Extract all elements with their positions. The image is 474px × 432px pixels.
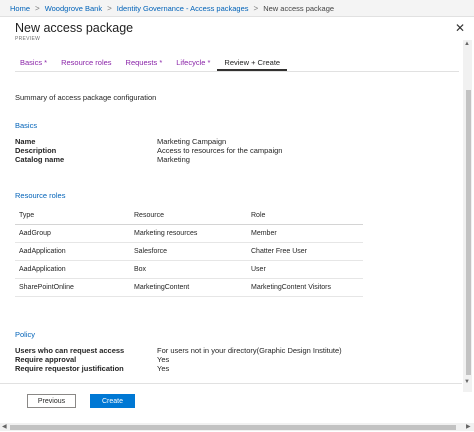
policy-key: Require approval: [15, 355, 77, 364]
policy-value: For users not in your directory(Graphic …: [157, 346, 342, 355]
tab-review-create[interactable]: Review + Create: [217, 57, 287, 71]
column-header-resource: Resource: [134, 212, 164, 219]
policy-row-requestors: Users who can request access For users n…: [15, 346, 342, 355]
cell-type: AadGroup: [19, 230, 51, 237]
policy-value: Yes: [157, 355, 170, 364]
resource-roles-heading: Resource roles: [15, 191, 66, 200]
policy-key: Require requestor justification: [15, 364, 124, 373]
basics-key: Catalog name: [15, 155, 65, 164]
cell-role: User: [251, 266, 266, 273]
tab-requests[interactable]: Requests *: [119, 57, 170, 71]
tab-divider: [15, 71, 459, 72]
basics-details: Name Marketing Campaign Description Acce…: [15, 137, 282, 164]
policy-row-justification: Require requestor justification Yes: [15, 364, 342, 373]
breadcrumb: Home > Woodgrove Bank > Identity Governa…: [0, 0, 474, 17]
policy-key: Users who can request access: [15, 346, 125, 355]
tab-basics[interactable]: Basics *: [13, 57, 54, 71]
basics-row-description: Description Access to resources for the …: [15, 146, 282, 155]
table-row: AadApplication Salesforce Chatter Free U…: [15, 243, 363, 261]
tab-resource-roles[interactable]: Resource roles: [54, 57, 118, 71]
basics-row-name: Name Marketing Campaign: [15, 137, 282, 146]
column-header-role: Role: [251, 212, 266, 219]
cell-type: AadApplication: [19, 266, 66, 273]
basics-row-catalog: Catalog name Marketing: [15, 155, 282, 164]
cell-resource: Marketing resources: [134, 230, 198, 237]
footer-divider: [0, 383, 462, 384]
cell-type: SharePointOnline: [19, 284, 74, 291]
basics-value: Marketing Campaign: [157, 137, 227, 146]
policy-value: Yes: [157, 364, 170, 373]
basics-value: Marketing: [157, 155, 190, 164]
chevron-right-icon: >: [35, 3, 40, 13]
vertical-scroll-thumb[interactable]: [466, 90, 471, 375]
policy-row-approval: Require approval Yes: [15, 355, 342, 364]
policy-details: Users who can request access For users n…: [15, 346, 342, 373]
horizontal-scroll-thumb[interactable]: [10, 425, 456, 430]
breadcrumb-tenant-link[interactable]: Woodgrove Bank: [45, 4, 102, 13]
basics-key: Description: [15, 146, 57, 155]
chevron-right-icon: >: [253, 3, 259, 13]
preview-label: PREVIEW: [15, 36, 41, 42]
table-row: AadApplication Box User: [15, 261, 363, 279]
table-row: SharePointOnline MarketingContent Market…: [15, 279, 363, 297]
cell-resource: Box: [134, 266, 147, 273]
cell-role: MarketingContent Visitors: [251, 284, 332, 291]
table-row: AadGroup Marketing resources Member: [15, 225, 363, 243]
cell-resource: MarketingContent: [134, 284, 190, 291]
breadcrumb-current: New access package: [263, 3, 335, 13]
scroll-down-arrow-icon[interactable]: ▼: [464, 379, 470, 385]
scroll-left-arrow-icon[interactable]: ◀: [2, 423, 7, 430]
basics-heading: Basics: [15, 121, 38, 130]
page-title: New access package: [15, 21, 134, 35]
basics-key: Name: [15, 137, 36, 146]
previous-button[interactable]: Previous: [27, 394, 76, 408]
close-icon[interactable]: ✕: [455, 22, 465, 34]
resource-roles-table: Type Resource Role AadGroup Marketing re…: [15, 207, 363, 297]
cell-role: Chatter Free User: [251, 248, 308, 255]
create-button[interactable]: Create: [90, 394, 135, 408]
cell-role: Member: [251, 230, 277, 237]
cell-type: AadApplication: [19, 248, 66, 255]
scroll-right-arrow-icon[interactable]: ▶: [466, 423, 471, 430]
summary-text: Summary of access package configuration: [15, 93, 157, 102]
breadcrumb-access-packages-link[interactable]: Identity Governance - Access packages: [117, 4, 249, 13]
tab-bar: Basics * Resource roles Requests * Lifec…: [13, 57, 287, 71]
scroll-up-arrow-icon[interactable]: ▲: [464, 41, 470, 47]
chevron-right-icon: >: [107, 3, 112, 13]
table-header-row: Type Resource Role: [15, 207, 363, 225]
basics-value: Access to resources for the campaign: [157, 146, 283, 155]
breadcrumb-home-link[interactable]: Home: [10, 4, 30, 13]
policy-heading: Policy: [15, 330, 36, 339]
column-header-type: Type: [19, 212, 35, 219]
tab-lifecycle[interactable]: Lifecycle *: [169, 57, 217, 71]
cell-resource: Salesforce: [134, 248, 168, 255]
